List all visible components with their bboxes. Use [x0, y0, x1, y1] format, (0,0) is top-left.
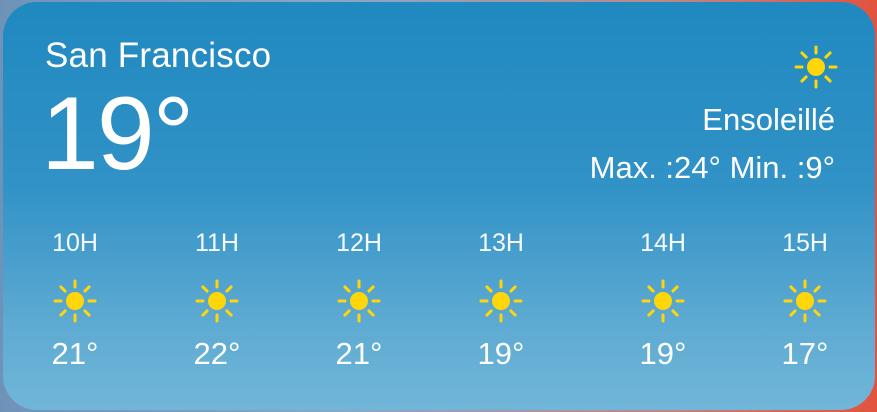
hourly-item: 12H 21° — [309, 226, 409, 372]
sun-icon — [53, 279, 97, 323]
hourly-item: 13H 19° — [451, 226, 551, 372]
weather-widget[interactable]: San Francisco 19° Ensoleillé Max. :24° M… — [3, 2, 875, 410]
hour-label: 10H — [52, 229, 98, 257]
sun-icon — [641, 279, 685, 323]
hour-label: 13H — [478, 229, 524, 257]
sun-icon — [479, 279, 523, 323]
hour-temperature: 21° — [51, 336, 99, 371]
hour-temperature: 17° — [781, 336, 829, 371]
hour-label: 15H — [782, 229, 828, 257]
sun-icon — [337, 279, 381, 323]
current-temperature: 19° — [41, 76, 194, 192]
max-label: Max. : — [589, 150, 675, 185]
max-value: 24° — [674, 150, 721, 185]
sun-icon — [794, 45, 838, 89]
hourly-item: 10H 21° — [25, 226, 125, 372]
hour-label: 11H — [194, 229, 239, 257]
hour-label: 12H — [336, 229, 382, 257]
hour-temperature: 19° — [639, 336, 687, 371]
hour-label: 14H — [640, 229, 686, 257]
hourly-forecast: 10H 21° 11H 22° 12H 21° 13H 19° 14H 19° … — [3, 226, 875, 396]
min-value: 9° — [805, 150, 835, 185]
hour-temperature: 19° — [477, 336, 525, 371]
hourly-item: 11H 22° — [167, 226, 267, 372]
min-label: Min. : — [729, 150, 806, 185]
sun-icon — [195, 279, 239, 323]
hour-temperature: 21° — [335, 336, 383, 371]
city-name: San Francisco — [45, 36, 272, 75]
hour-temperature: 22° — [193, 336, 241, 371]
sun-icon — [783, 279, 827, 323]
temperature-range: Max. :24° Min. :9° — [590, 150, 835, 186]
hourly-item: 15H 17° — [755, 226, 855, 372]
hourly-item: 14H 19° — [613, 226, 713, 372]
condition-label: Ensoleillé — [702, 102, 835, 137]
